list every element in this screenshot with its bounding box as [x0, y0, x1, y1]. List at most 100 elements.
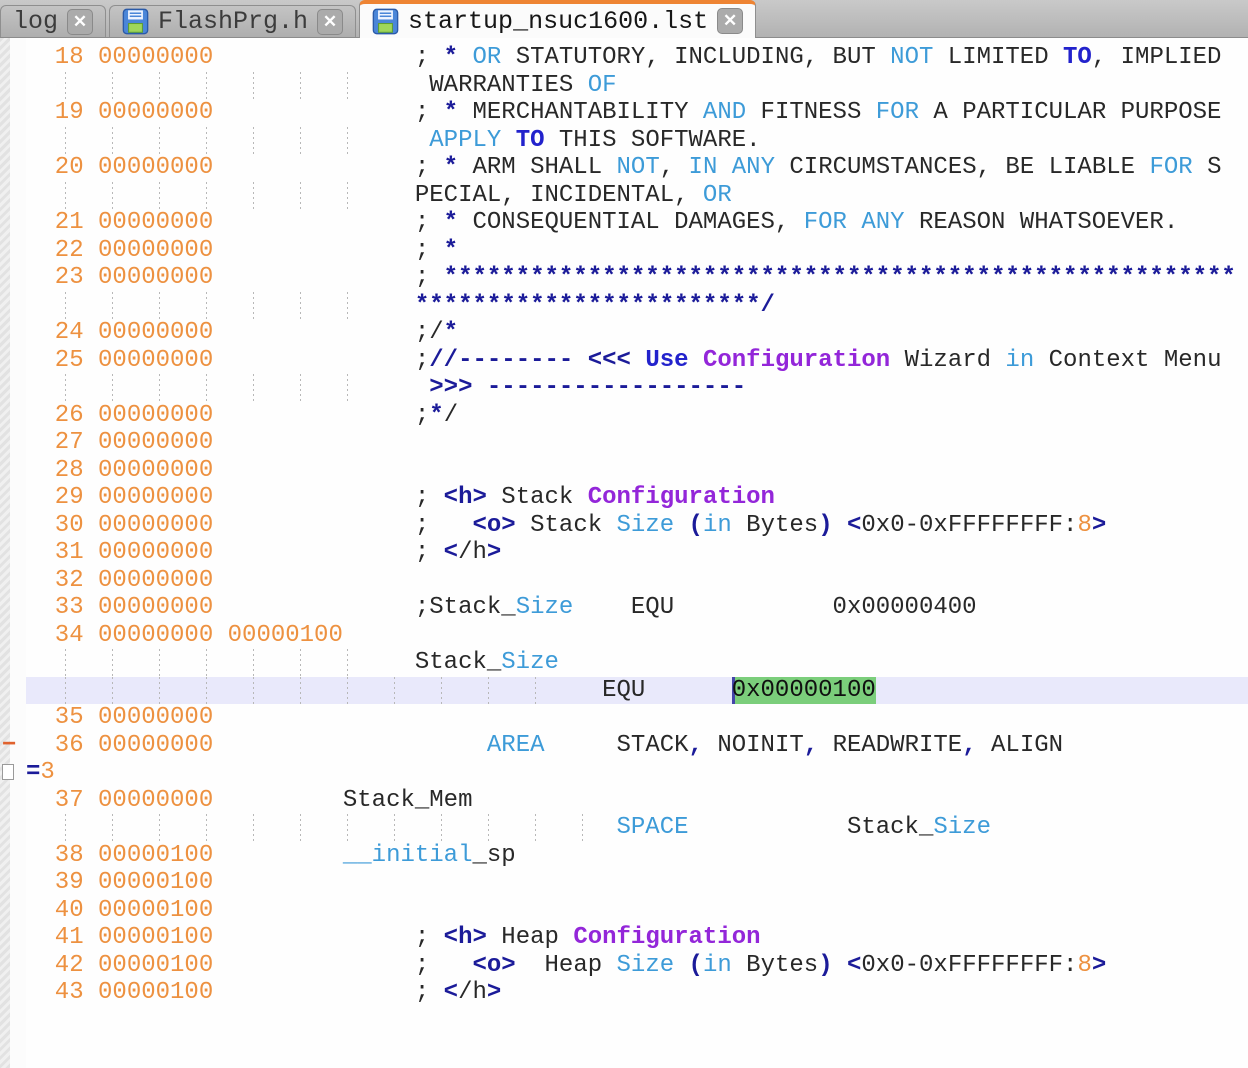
- code-line[interactable]: 35 00000000: [0, 704, 1248, 732]
- change-marker-icon[interactable]: −: [2, 732, 16, 760]
- code-token: Size: [501, 649, 559, 676]
- save-icon: [372, 8, 399, 35]
- code-editor[interactable]: 18 00000000 ; * OR STATUTORY, INCLUDING,…: [0, 38, 1248, 1068]
- code-line-current[interactable]: EQU 0x00000100: [0, 677, 1248, 705]
- indent-guide: [112, 814, 113, 842]
- code-token: [717, 154, 731, 181]
- code-token: ,: [804, 732, 818, 759]
- code-line[interactable]: 25 00000000 ;//-------- <<< Use Configur…: [0, 347, 1248, 375]
- code-line[interactable]: 30 00000000 ; <o> Stack Size (in Bytes) …: [0, 512, 1248, 540]
- code-line[interactable]: 33 00000000 ;Stack_Size EQU 0x00000400: [0, 594, 1248, 622]
- code-line[interactable]: 23 00000000 ; **************************…: [0, 264, 1248, 292]
- code-token: Wizard: [890, 347, 1005, 374]
- code-line[interactable]: 34 00000000 00000100: [0, 622, 1248, 650]
- code-line[interactable]: 28 00000000: [0, 457, 1248, 485]
- code-token: ;: [213, 512, 472, 539]
- code-token: [213, 732, 487, 759]
- code-token: [26, 814, 617, 841]
- code-token: ;: [213, 484, 443, 511]
- code-line[interactable]: >>> ------------------: [0, 374, 1248, 402]
- code-token: 8: [1077, 952, 1091, 979]
- code-token: [26, 374, 429, 401]
- indent-guide: [112, 677, 113, 705]
- indent-guide: [253, 814, 254, 842]
- code-line[interactable]: 39 00000100: [0, 869, 1248, 897]
- indent-guide: [65, 649, 66, 677]
- code-line[interactable]: ************************/: [0, 292, 1248, 320]
- code-line[interactable]: 26 00000000 ;*/: [0, 402, 1248, 430]
- tab-flashprg-h[interactable]: FlashPrg.h ✕: [109, 5, 356, 37]
- indent-guide: [300, 72, 301, 100]
- code-token: 25 00000000: [26, 347, 213, 374]
- code-line[interactable]: APPLY TO THIS SOFTWARE.: [0, 127, 1248, 155]
- indent-guide: [112, 649, 113, 677]
- code-token: OR: [472, 44, 501, 71]
- code-line[interactable]: 22 00000000 ; *: [0, 237, 1248, 265]
- fold-marker-icon[interactable]: [2, 764, 14, 780]
- code-token: FITNESS: [746, 99, 876, 126]
- close-icon[interactable]: ✕: [67, 9, 93, 35]
- code-token: EQU 0x00000400: [573, 594, 976, 621]
- code-line[interactable]: 38 00000100 __initial_sp: [0, 842, 1248, 870]
- code-token: in: [703, 512, 732, 539]
- code-line[interactable]: 29 00000000 ; <h> Stack Configuration: [0, 484, 1248, 512]
- indent-guide: [65, 292, 66, 320]
- indent-guide: [159, 374, 160, 402]
- indent-guide: [253, 649, 254, 677]
- code-token: AREA: [487, 732, 545, 759]
- close-icon[interactable]: ✕: [717, 8, 743, 34]
- code-line[interactable]: 27 00000000: [0, 429, 1248, 457]
- code-token: 0x0-0xFFFFFFFF:: [861, 952, 1077, 979]
- code-line[interactable]: 20 00000000 ; * ARM SHALL NOT, IN ANY CI…: [0, 154, 1248, 182]
- code-token: 8: [1077, 512, 1091, 539]
- code-line[interactable]: SPACE Stack_Size: [0, 814, 1248, 842]
- tab-startup-nsuc1600-lst[interactable]: startup_nsuc1600.lst ✕: [359, 0, 756, 38]
- indent-guide: [159, 182, 160, 210]
- code-line[interactable]: 40 00000100: [0, 897, 1248, 925]
- code-token: >>>: [429, 374, 472, 401]
- code-token: 40 00000100: [26, 897, 213, 924]
- code-line[interactable]: 31 00000000 ; </h>: [0, 539, 1248, 567]
- indent-guide: [65, 677, 66, 705]
- code-line[interactable]: 19 00000000 ; * MERCHANTABILITY AND FITN…: [0, 99, 1248, 127]
- code-token: 38 00000100: [26, 842, 213, 869]
- indent-guide: [253, 127, 254, 155]
- code-line[interactable]: 41 00000100 ; <h> Heap Configuration: [0, 924, 1248, 952]
- code-line[interactable]: 18 00000000 ; * OR STATUTORY, INCLUDING,…: [0, 44, 1248, 72]
- code-line[interactable]: 21 00000000 ; * CONSEQUENTIAL DAMAGES, F…: [0, 209, 1248, 237]
- code-token: READWRITE: [818, 732, 962, 759]
- indent-guide: [159, 649, 160, 677]
- indent-guide: [159, 72, 160, 100]
- code-token: ;/: [213, 319, 443, 346]
- indent-guide: [112, 72, 113, 100]
- code-token: <: [847, 512, 861, 539]
- code-line[interactable]: 24 00000000 ;/*: [0, 319, 1248, 347]
- code-token: APPLY: [429, 127, 501, 154]
- indent-guide: [206, 72, 207, 100]
- code-token: Bytes: [732, 512, 818, 539]
- close-icon[interactable]: ✕: [317, 9, 343, 35]
- code-token: TO: [1063, 44, 1092, 71]
- code-line[interactable]: 32 00000000: [0, 567, 1248, 595]
- code-token: <: [444, 979, 458, 1006]
- code-line[interactable]: 37 00000000 Stack_Mem: [0, 787, 1248, 815]
- code-token: 23 00000000: [26, 264, 213, 291]
- indent-guide: [112, 292, 113, 320]
- code-token: __initial: [343, 842, 473, 869]
- code-line[interactable]: PECIAL, INCIDENTAL, OR: [0, 182, 1248, 210]
- code-line[interactable]: WARRANTIES OF: [0, 72, 1248, 100]
- code-token: Configuration: [588, 484, 775, 511]
- code-line[interactable]: 42 00000100 ; <o> Heap Size (in Bytes) <…: [0, 952, 1248, 980]
- indent-guide: [65, 127, 66, 155]
- code-line[interactable]: − 36 00000000 AREA STACK, NOINIT, READWR…: [0, 732, 1248, 760]
- code-line[interactable]: 43 00000100 ; </h>: [0, 979, 1248, 1007]
- code-line[interactable]: =3: [0, 759, 1248, 787]
- code-token: 24 00000000: [26, 319, 213, 346]
- code-token: >: [1092, 952, 1106, 979]
- code-area[interactable]: 18 00000000 ; * OR STATUTORY, INCLUDING,…: [0, 38, 1248, 1068]
- code-line[interactable]: Stack_Size: [0, 649, 1248, 677]
- indent-guide: [253, 182, 254, 210]
- code-token: [689, 347, 703, 374]
- code-token: ;: [213, 44, 443, 71]
- tab-log[interactable]: log ✕: [0, 5, 106, 37]
